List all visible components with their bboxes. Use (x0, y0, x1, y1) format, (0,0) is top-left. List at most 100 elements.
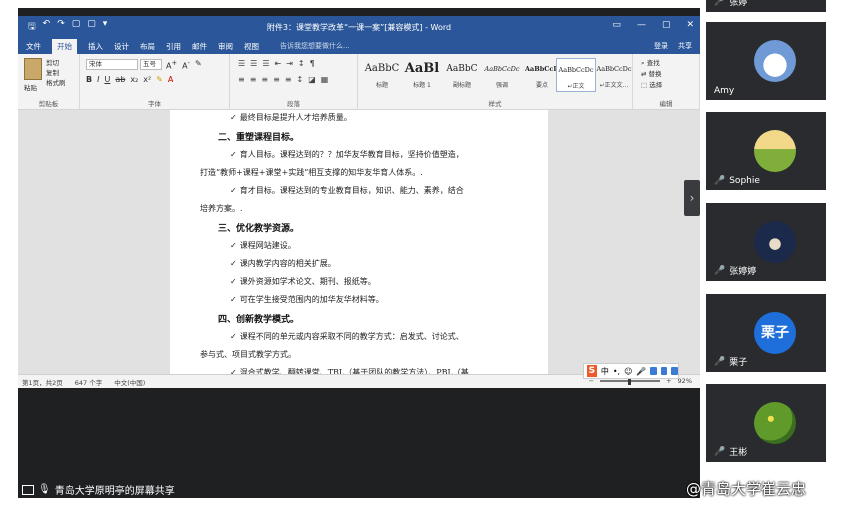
document-line[interactable]: ✓ 课程网站建设。 (230, 240, 296, 251)
document-line[interactable]: ✓ 混合式教学、翻转课堂、TBL（基于团队的教学方法）、PBL（基 (230, 367, 469, 374)
page-count[interactable]: 第1页，共2页 (22, 377, 63, 387)
highlight-icon[interactable]: ✎ (156, 75, 163, 84)
share-button[interactable]: 共享 (678, 41, 692, 51)
word-count[interactable]: 647 个字 (75, 377, 102, 387)
tab-layout[interactable]: 布局 (140, 41, 155, 52)
avatar: 栗子 (754, 312, 796, 354)
document-heading[interactable]: 二、重塑课程目标。 (218, 130, 299, 143)
font-color-icon[interactable]: A (168, 75, 173, 84)
replace-button[interactable]: ⇄ 替换 (641, 69, 662, 80)
participant-tile[interactable]: 🎤 Sophie (706, 112, 826, 190)
participant-tile[interactable]: Amy (706, 22, 826, 100)
sogou-logo-icon[interactable]: S (587, 365, 597, 377)
participant-tile[interactable]: 🎤 张婷 (706, 0, 826, 12)
close-button[interactable]: ✕ (686, 20, 694, 30)
numbering-icon[interactable]: ☰ (250, 59, 257, 68)
document-heading[interactable]: 四、创新教学模式。 (218, 312, 299, 325)
participant-name: 王彬 (729, 448, 748, 458)
bullets-icon[interactable]: ☰ (238, 59, 245, 68)
format-painter-button[interactable]: 格式刷 (46, 78, 66, 88)
style-subtitle[interactable]: AaBbC 副标题 (442, 58, 482, 92)
align-right-icon[interactable]: ≡ (261, 75, 268, 84)
screen-share-area: 🖫 ↶ ↷ ▢ ▢ ▾ 附件3：课堂教学改革“一课一案”[兼容模式] - Wor… (18, 8, 700, 498)
tab-view[interactable]: 视图 (244, 41, 259, 52)
paragraph-label: 段落 (287, 100, 300, 108)
clipboard-group: 剪切 复制 格式刷 粘贴 剪贴板 (18, 54, 80, 110)
tab-file[interactable]: 文件 (26, 41, 41, 52)
participant-tile[interactable]: 🎤 张婷婷 (706, 203, 826, 281)
borders-icon[interactable]: ▦ (321, 75, 329, 84)
participant-tile[interactable]: 栗子 🎤 栗子 (706, 294, 826, 372)
document-line[interactable]: 打造“教师+课程+课堂+实践”相互支撑的知华友华育人体系。. (200, 167, 423, 178)
subscript-icon[interactable]: x₂ (130, 75, 138, 84)
tab-home[interactable]: 开始 (52, 38, 77, 54)
tab-review[interactable]: 审阅 (218, 41, 233, 52)
ime-punctuation[interactable]: •, (613, 367, 620, 376)
muted-mic-icon: 🎤 (714, 176, 726, 186)
justify-icon[interactable]: ≡ (273, 75, 280, 84)
font-size-select[interactable]: 五号 (140, 59, 162, 70)
style-normal[interactable]: AaBbCcDc ↵正文 (556, 58, 596, 92)
grow-font-icon[interactable]: A+ (166, 59, 177, 71)
align-left-icon[interactable]: ≡ (238, 75, 245, 84)
style-heading-1[interactable]: AaBl 标题 1 (402, 58, 442, 92)
italic-icon[interactable]: I (97, 75, 99, 84)
style-title[interactable]: AaBbC 标题 (362, 58, 402, 92)
document-line[interactable]: ✓ 最终目标是提升人才培养质量。 (230, 112, 352, 123)
participant-tile[interactable]: 🎤 王彬 (706, 384, 826, 462)
select-button[interactable]: ⬚ 选择 (641, 80, 662, 91)
document-line[interactable]: ✓ 育人目标。课程达到的？？加华友华教育目标，坚持价值塑造， (230, 149, 464, 160)
zoom-slider[interactable] (600, 377, 661, 385)
tell-me-input[interactable]: 告诉我您想要做什么... (280, 41, 350, 51)
underline-icon[interactable]: U (104, 75, 110, 84)
line-spacing-icon[interactable]: ↕ (297, 75, 304, 84)
document-line[interactable]: ✓ 可在学生接受范围内的加华友华材料等。 (230, 294, 384, 305)
sort-icon[interactable]: ↕ (298, 59, 305, 68)
style-body-text[interactable]: AaBbCcDc ↵正文文... (594, 58, 634, 92)
show-marks-icon[interactable]: ¶ (310, 59, 315, 68)
tab-references[interactable]: 引用 (166, 41, 181, 52)
shading-icon[interactable]: ◪ (308, 75, 316, 84)
ribbon-display-icon[interactable]: ▭ (612, 20, 621, 30)
language-indicator[interactable]: 中文(中国) (114, 377, 145, 387)
align-center-icon[interactable]: ≡ (250, 75, 257, 84)
multilevel-icon[interactable]: ☰ (262, 59, 269, 68)
ime-emoji-icon[interactable]: ☺ (624, 367, 632, 376)
ime-tools-icon[interactable] (671, 367, 678, 375)
distributed-icon[interactable]: ≡ (285, 75, 292, 84)
ime-chinese-mode[interactable]: 中 (601, 366, 609, 377)
style-emphasis[interactable]: AaBbCcDc 强调 (482, 58, 522, 92)
paste-icon[interactable] (24, 58, 42, 80)
minimize-button[interactable]: — (637, 20, 646, 30)
login-link[interactable]: 登录 (654, 41, 668, 51)
tab-insert[interactable]: 插入 (88, 41, 103, 52)
document-line[interactable]: 参与式、项目式教学方式。 (200, 349, 296, 360)
maximize-button[interactable]: ▢ (662, 20, 671, 30)
bold-icon[interactable]: B (86, 75, 92, 84)
cut-button[interactable]: 剪切 (46, 58, 66, 68)
decrease-indent-icon[interactable]: ⇤ (275, 59, 282, 68)
document-line[interactable]: ✓ 课外资源如学术论文、期刊、报纸等。 (230, 276, 376, 287)
zoom-level[interactable]: 92% (678, 377, 692, 385)
ime-voice-icon[interactable]: 🎤 (636, 367, 646, 376)
font-name-select[interactable]: 宋体 (86, 59, 138, 70)
document-line[interactable]: ✓ 课内教学内容的相关扩展。 (230, 258, 336, 269)
document-line[interactable]: ✓ 课程不同的单元或内容采取不同的教学方式：启发式、讨论式、 (230, 331, 464, 342)
document-area[interactable]: ✓ 最终目标是提升人才培养质量。二、重塑课程目标。 ✓ 育人目标。课程达到的？？加华友… (18, 110, 700, 374)
ime-skin-icon[interactable] (660, 367, 668, 375)
increase-indent-icon[interactable]: ⇥ (286, 59, 293, 68)
copy-button[interactable]: 复制 (46, 68, 66, 78)
clear-format-icon[interactable]: ✎ (195, 59, 202, 71)
superscript-icon[interactable]: x² (143, 75, 151, 84)
find-button[interactable]: ⌕ 查找 (641, 58, 662, 69)
ime-keyboard-icon[interactable] (650, 367, 657, 375)
shrink-font-icon[interactable]: A- (182, 59, 190, 71)
document-page[interactable]: ✓ 最终目标是提升人才培养质量。二、重塑课程目标。 ✓ 育人目标。课程达到的？？加华友… (170, 110, 548, 374)
strikethrough-icon[interactable]: ab (115, 75, 125, 84)
tab-mailings[interactable]: 邮件 (192, 41, 207, 52)
document-line[interactable]: ✓ 育才目标。课程达到的专业教育目标，知识、能力、素养，结合 (230, 185, 464, 196)
collapse-panel-button[interactable]: › (684, 180, 700, 216)
document-heading[interactable]: 三、优化教学资源。 (218, 221, 299, 234)
tab-design[interactable]: 设计 (114, 41, 129, 52)
document-line[interactable]: 培养方案。. (200, 203, 243, 214)
